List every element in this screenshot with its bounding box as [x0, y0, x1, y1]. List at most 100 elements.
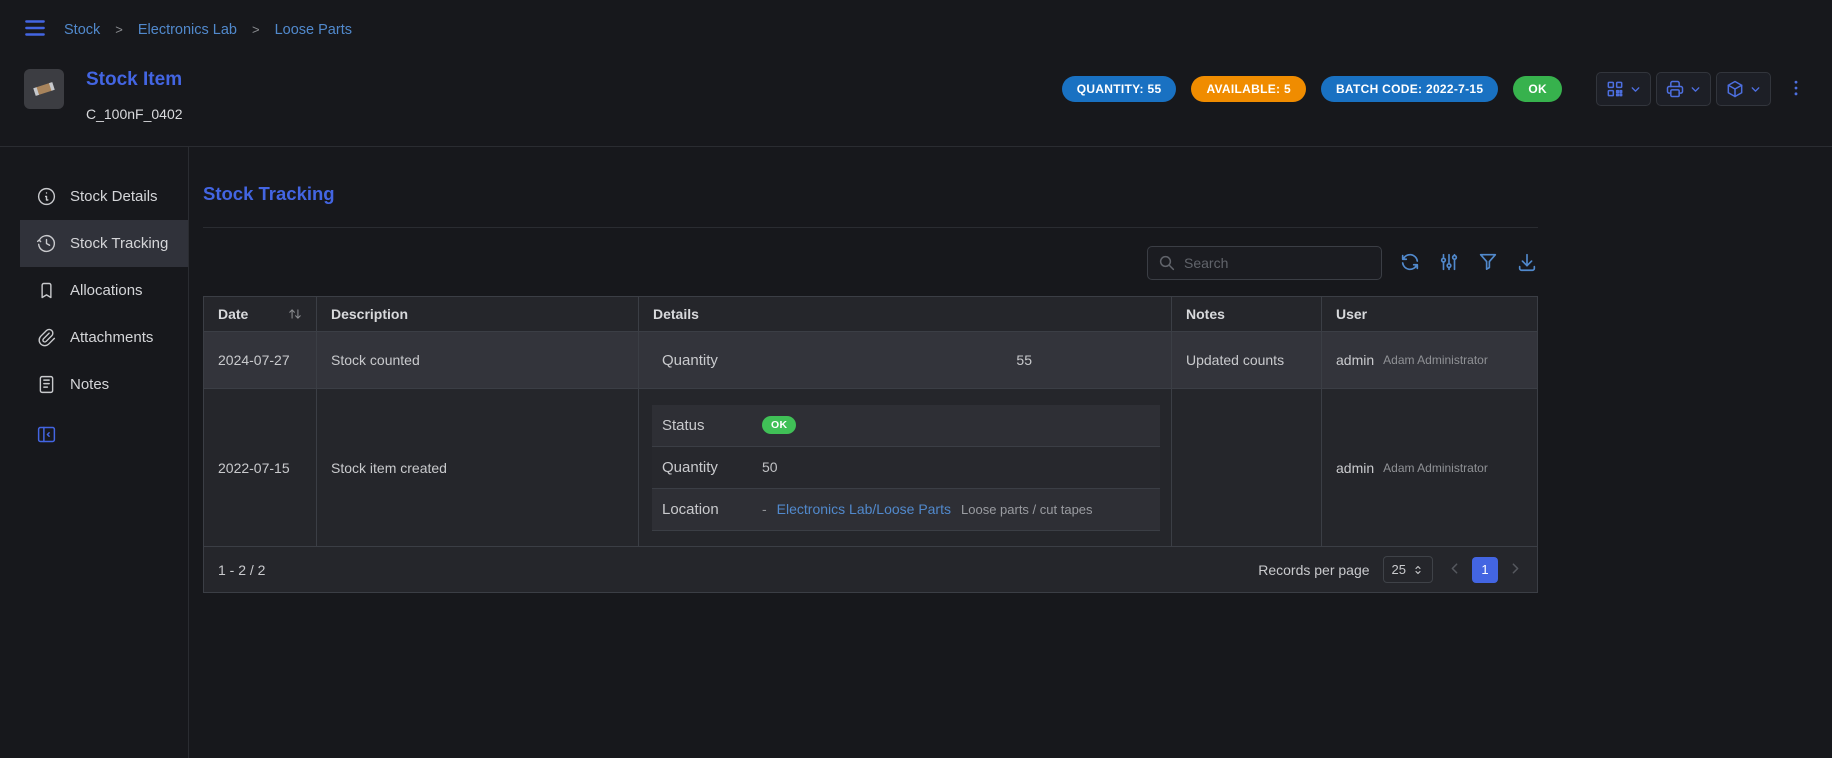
hamburger-icon	[22, 15, 48, 41]
table-header-row: Date Description Details Notes	[204, 297, 1537, 332]
table-settings-button[interactable]	[1438, 251, 1460, 276]
details-cell: Quantity 55	[639, 332, 1172, 388]
stock-tracking-table: Date Description Details Notes	[203, 296, 1538, 593]
breadcrumb-item-stock[interactable]: Stock	[64, 22, 100, 38]
header-actions	[1596, 72, 1808, 106]
history-icon	[36, 233, 57, 254]
page-title: Stock Item	[86, 69, 183, 91]
barcode-actions-button[interactable]	[1596, 72, 1651, 106]
title-block: Stock Item C_100nF_0402	[86, 69, 183, 122]
detail-row-location: Location - Electronics Lab/Loose Parts L…	[652, 489, 1160, 531]
part-name: C_100nF_0402	[86, 106, 183, 122]
refresh-icon	[1399, 251, 1421, 273]
detail-value: 55	[772, 352, 1032, 368]
table-row: 2022-07-15 Stock item created Status OK	[204, 389, 1537, 546]
user-cell: admin Adam Administrator	[1322, 389, 1539, 546]
sidebar-collapse-button[interactable]	[20, 420, 188, 445]
quantity-badge: QUANTITY: 55	[1062, 76, 1177, 102]
qrcode-icon	[1605, 79, 1625, 99]
chevron-down-icon	[1629, 83, 1642, 96]
page-number-button[interactable]: 1	[1472, 557, 1498, 583]
next-page-button[interactable]	[1507, 560, 1524, 580]
stock-operations-button[interactable]	[1716, 72, 1771, 106]
filter-button[interactable]	[1477, 251, 1499, 276]
records-per-page-label: Records per page	[1258, 562, 1369, 578]
refresh-button[interactable]	[1399, 251, 1421, 276]
sidebar-item-stock-details[interactable]: Stock Details	[20, 173, 188, 220]
chevron-down-icon	[1749, 83, 1762, 96]
available-badge: AVAILABLE: 5	[1191, 76, 1306, 102]
detail-label: Status	[662, 417, 762, 434]
part-thumbnail[interactable]	[24, 69, 64, 109]
detail-value: 50	[762, 459, 778, 475]
status-ok-badge: OK	[762, 416, 796, 434]
breadcrumb-item-electronics-lab[interactable]: Electronics Lab	[138, 22, 237, 38]
page-header: Stock Item C_100nF_0402 QUANTITY: 55 AVA…	[0, 57, 1832, 146]
date-cell: 2022-07-15	[204, 389, 317, 546]
table-toolbar	[203, 246, 1538, 280]
chevron-down-icon	[1689, 83, 1702, 96]
username: admin	[1336, 352, 1374, 368]
page-body: Stock Details Stock Tracking Allocations…	[0, 147, 1832, 758]
printer-icon	[1665, 79, 1685, 99]
sidebar-item-label: Allocations	[70, 282, 143, 299]
sidebar-item-stock-tracking[interactable]: Stock Tracking	[20, 220, 188, 267]
info-circle-icon	[36, 186, 57, 207]
more-actions-button[interactable]	[1784, 76, 1808, 103]
status-badges: QUANTITY: 55 AVAILABLE: 5 BATCH CODE: 20…	[1062, 76, 1562, 102]
dots-vertical-icon	[1786, 78, 1806, 98]
username: admin	[1336, 460, 1374, 476]
download-button[interactable]	[1516, 251, 1538, 276]
user-cell: admin Adam Administrator	[1322, 332, 1539, 388]
detail-label: Quantity	[662, 459, 762, 476]
topbar: Stock > Electronics Lab > Loose Parts	[0, 0, 1832, 57]
search-input[interactable]	[1184, 255, 1371, 271]
detail-label: Location	[662, 501, 762, 518]
cube-icon	[1725, 79, 1745, 99]
sidebar-item-allocations[interactable]: Allocations	[20, 267, 188, 314]
sidebar-collapse-icon	[36, 424, 57, 445]
breadcrumb: Stock > Electronics Lab > Loose Parts	[64, 22, 352, 38]
app-window: Stock > Electronics Lab > Loose Parts St…	[0, 0, 1832, 758]
record-range: 1 - 2 / 2	[218, 562, 265, 578]
column-header-notes[interactable]: Notes	[1172, 297, 1322, 331]
breadcrumb-separator: >	[252, 22, 260, 37]
previous-page-button[interactable]	[1446, 560, 1463, 580]
search-icon	[1158, 254, 1176, 272]
sidebar-item-label: Stock Details	[70, 188, 158, 205]
note-icon	[36, 374, 57, 395]
paperclip-icon	[36, 327, 57, 348]
description-cell: Stock item created	[317, 389, 639, 546]
column-header-description[interactable]: Description	[317, 297, 639, 331]
breadcrumb-item-loose-parts[interactable]: Loose Parts	[275, 22, 352, 38]
sort-icon	[288, 307, 302, 321]
details-sub-table: Status OK Quantity 50 Location -	[652, 405, 1160, 531]
date-cell: 2024-07-27	[204, 332, 317, 388]
details-cell: Status OK Quantity 50 Location -	[639, 389, 1172, 546]
sidebar-item-notes[interactable]: Notes	[20, 361, 188, 408]
sidebar-item-label: Attachments	[70, 329, 153, 346]
adjustments-icon	[1438, 251, 1460, 273]
bookmark-icon	[36, 280, 57, 301]
main-panel: Stock Tracking	[189, 147, 1832, 758]
column-header-user[interactable]: User	[1322, 297, 1539, 331]
location-dash: -	[762, 501, 767, 517]
column-header-details[interactable]: Details	[639, 297, 1172, 331]
description-cell: Stock counted	[317, 332, 639, 388]
records-per-page-select[interactable]: 25	[1383, 556, 1433, 583]
hamburger-menu-button[interactable]	[22, 15, 48, 44]
column-header-date[interactable]: Date	[204, 297, 317, 331]
print-actions-button[interactable]	[1656, 72, 1711, 106]
detail-line: Quantity 55	[662, 352, 1171, 369]
header-right: QUANTITY: 55 AVAILABLE: 5 BATCH CODE: 20…	[1062, 72, 1808, 106]
detail-row-quantity: Quantity 50	[652, 447, 1160, 489]
filter-icon	[1477, 251, 1499, 273]
heading-divider	[203, 227, 1538, 228]
footer-right: Records per page 25	[1258, 556, 1524, 583]
sidebar-item-attachments[interactable]: Attachments	[20, 314, 188, 361]
location-description: Loose parts / cut tapes	[961, 502, 1093, 517]
table-row: 2024-07-27 Stock counted Quantity 55	[204, 332, 1537, 389]
sidebar-item-label: Stock Tracking	[70, 235, 168, 252]
capacitor-image	[31, 76, 57, 102]
location-link[interactable]: Electronics Lab/Loose Parts	[777, 501, 951, 517]
